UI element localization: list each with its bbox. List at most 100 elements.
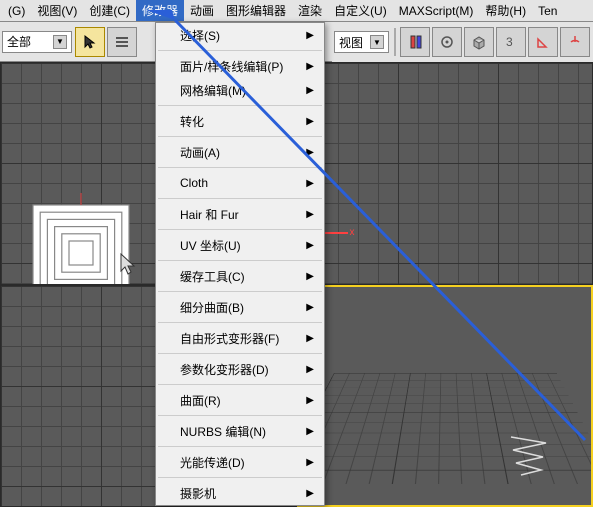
tool-btn-1[interactable] — [400, 27, 430, 57]
cube-icon — [471, 34, 487, 50]
menubar: (G) 视图(V) 创建(C) 修改器 动画 图形编辑器 渲染 自定义(U) M… — [0, 0, 593, 22]
menu-item[interactable]: 曲面(R) ▶ — [156, 388, 324, 412]
axis-x-label: x — [350, 227, 355, 238]
menu-item-label: 面片/样条线编辑(P) — [180, 58, 283, 75]
menu-separator — [158, 229, 322, 230]
tool-btn-4[interactable]: 3 — [496, 27, 526, 57]
menu-item[interactable]: 光能传递(D) ▶ — [156, 450, 324, 474]
menu-separator — [158, 167, 322, 168]
menu-separator — [158, 415, 322, 416]
tool-btn-5[interactable] — [528, 27, 558, 57]
snap-icon: 3 — [503, 34, 519, 50]
menu-separator — [158, 353, 322, 354]
menu-item[interactable]: 面片/样条线编辑(P) ▶ — [156, 54, 324, 78]
tool-btn-3[interactable] — [464, 27, 494, 57]
menu-item-label: Cloth — [180, 176, 208, 190]
menu-create[interactable]: 创建(C) — [83, 0, 136, 21]
menu-separator — [158, 384, 322, 385]
selection-filter-label: 全部 — [7, 33, 31, 50]
modifiers-submenu: 选择(S)▶面片/样条线编辑(P)▶网格编辑(M)▶转化▶动画(A)▶Cloth… — [155, 22, 325, 506]
menu-view[interactable]: 视图(V) — [31, 0, 83, 21]
grid — [298, 63, 593, 284]
submenu-arrow-icon: ▶ — [306, 30, 314, 41]
submenu-arrow-icon: ▶ — [306, 116, 314, 127]
viewport-bottom-right[interactable]: 透视 — [297, 285, 593, 507]
menu-item[interactable]: 细分曲面(B) ▶ — [156, 295, 324, 319]
menu-item[interactable]: 缓存工具(C)▶ — [156, 264, 324, 288]
menu-separator — [158, 322, 322, 323]
helix-object — [501, 425, 561, 485]
submenu-arrow-icon: ▶ — [306, 85, 314, 96]
cursor-icon — [82, 34, 98, 50]
select-name-button[interactable] — [107, 27, 137, 57]
menu-item-label: 动画(A) — [180, 144, 220, 161]
menu-item-label: 光能传递(D) — [180, 454, 245, 471]
menu-item-label: UV 坐标(U) — [180, 237, 241, 254]
submenu-arrow-icon: ▶ — [306, 395, 314, 406]
menu-item[interactable]: 参数化变形器(D) ▶ — [156, 357, 324, 381]
menu-item-label: 选择(S) — [180, 27, 220, 44]
menu-separator — [158, 105, 322, 106]
tool-icon — [407, 34, 423, 50]
percent-snap-icon — [567, 34, 583, 50]
tool-btn-2[interactable] — [432, 27, 462, 57]
menu-item-label: 参数化变形器(D) — [180, 361, 269, 378]
menu-ten[interactable]: Ten — [532, 2, 563, 20]
submenu-arrow-icon: ▶ — [306, 240, 314, 251]
menu-item[interactable]: 转化 ▶ — [156, 109, 324, 133]
menu-rendering[interactable]: 渲染 — [292, 0, 328, 21]
menu-separator — [158, 291, 322, 292]
menu-animation[interactable]: 动画 — [184, 0, 220, 21]
menu-item[interactable]: UV 坐标(U) ▶ — [156, 233, 324, 257]
menu-item-label: 细分曲面(B) — [180, 299, 244, 316]
menu-item-label: NURBS 编辑(N) — [180, 423, 266, 440]
dropdown-arrow-icon: ▼ — [370, 35, 384, 49]
cursor-indicator-icon — [111, 249, 141, 279]
menu-item-label: 自由形式变形器(F) — [180, 330, 279, 347]
submenu-arrow-icon: ▶ — [306, 147, 314, 158]
menu-item[interactable]: 摄影机 ▶ — [156, 481, 324, 505]
dropdown-arrow-icon: ▼ — [53, 35, 67, 49]
submenu-arrow-icon: ▶ — [306, 61, 314, 72]
menu-item-label: 转化 — [180, 113, 204, 130]
menu-maxscript[interactable]: MAXScript(M) — [393, 2, 480, 20]
menu-g[interactable]: (G) — [2, 2, 31, 20]
submenu-arrow-icon: ▶ — [306, 302, 314, 313]
submenu-arrow-icon: ▶ — [306, 426, 314, 437]
viewport-top-right[interactable]: 前 z x — [297, 62, 593, 285]
submenu-arrow-icon: ▶ — [306, 488, 314, 499]
menu-separator — [158, 260, 322, 261]
menu-separator — [158, 136, 322, 137]
submenu-arrow-icon: ▶ — [306, 364, 314, 375]
tool-btn-6[interactable] — [560, 27, 590, 57]
select-tool-button[interactable] — [75, 27, 105, 57]
menu-item-label: Hair 和 Fur — [180, 206, 239, 223]
menu-item-label: 摄影机 — [180, 485, 216, 502]
menu-separator — [158, 50, 322, 51]
menu-separator — [158, 198, 322, 199]
menu-customize[interactable]: 自定义(U) — [328, 0, 393, 21]
svg-text:3: 3 — [506, 35, 513, 49]
submenu-arrow-icon: ▶ — [306, 178, 314, 189]
submenu-arrow-icon: ▶ — [306, 457, 314, 468]
toolbar-right: 视图 ▼ 3 — [332, 22, 593, 62]
menu-graph-editors[interactable]: 图形编辑器 — [220, 0, 292, 21]
separator — [394, 28, 396, 56]
menu-item[interactable]: 选择(S) ▶ — [156, 23, 324, 47]
menu-item[interactable]: 自由形式变形器(F)▶ — [156, 326, 324, 350]
selection-filter-dropdown[interactable]: 全部 ▼ — [2, 31, 72, 53]
angle-snap-icon — [535, 34, 551, 50]
menu-help[interactable]: 帮助(H) — [479, 0, 532, 21]
menu-modifiers[interactable]: 修改器 — [136, 0, 184, 21]
menu-separator — [158, 446, 322, 447]
menu-item[interactable]: Hair 和 Fur ▶ — [156, 202, 324, 226]
menu-separator — [158, 477, 322, 478]
menu-item[interactable]: Cloth ▶ — [156, 171, 324, 195]
menu-item[interactable]: 动画(A) ▶ — [156, 140, 324, 164]
tool-icon — [439, 34, 455, 50]
menu-item-label: 曲面(R) — [180, 392, 221, 409]
menu-item[interactable]: NURBS 编辑(N) ▶ — [156, 419, 324, 443]
view-dropdown[interactable]: 视图 ▼ — [334, 31, 389, 53]
menu-item[interactable]: 网格编辑(M)▶ — [156, 78, 324, 102]
submenu-arrow-icon: ▶ — [306, 209, 314, 220]
